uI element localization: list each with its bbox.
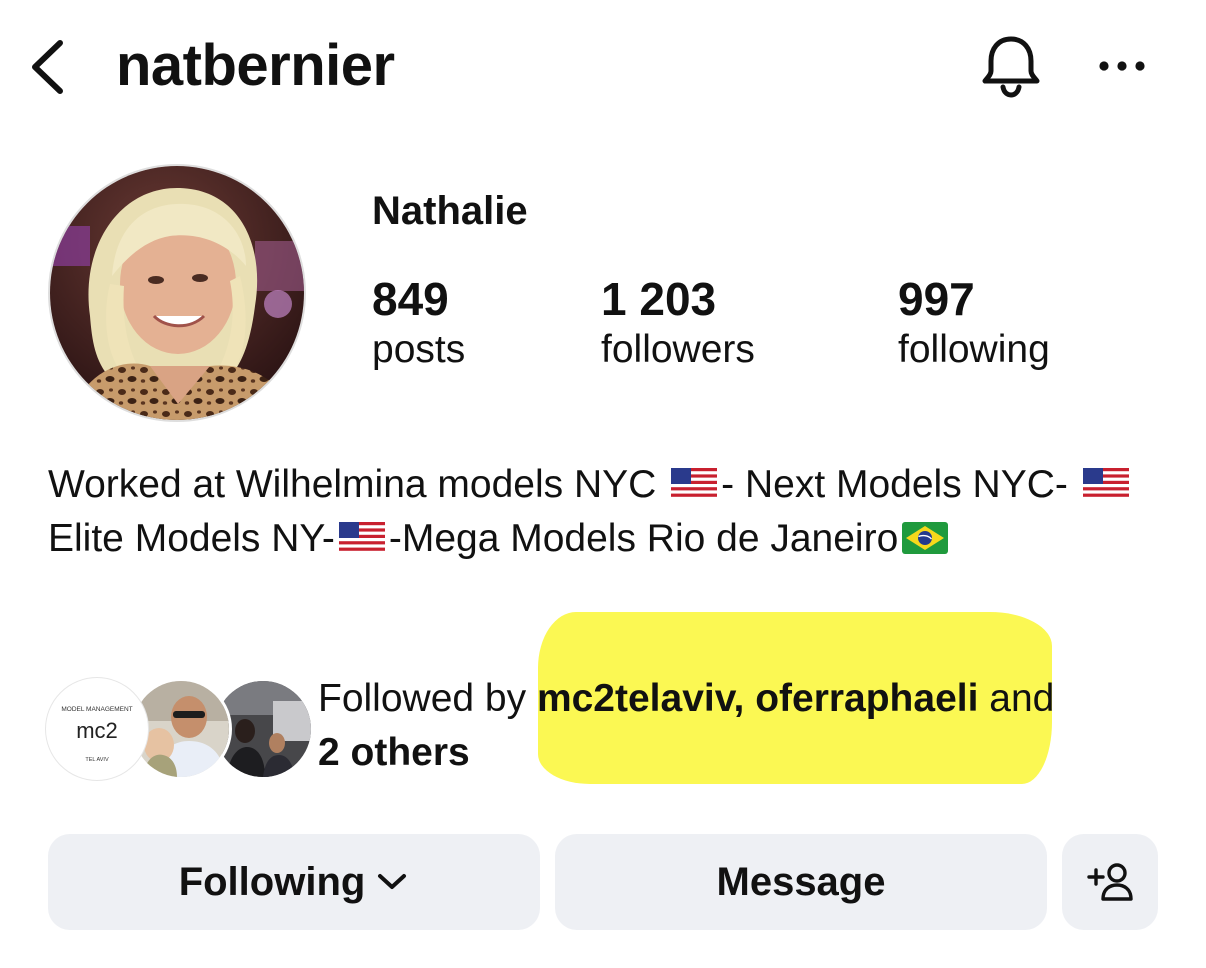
following-button[interactable]: Following: [48, 834, 540, 930]
posts-stat[interactable]: 849 posts: [372, 272, 465, 374]
us-flag-icon: [671, 468, 718, 500]
us-flag-icon: [338, 522, 385, 554]
mutual-others-link[interactable]: 2 others: [318, 731, 470, 774]
followed-by-joiner: and: [978, 677, 1055, 720]
more-options-button[interactable]: [1094, 44, 1150, 88]
profile-bio: Worked at Wilhelmina models NYC - Next M…: [48, 458, 1158, 566]
more-horizontal-icon: [1099, 61, 1145, 71]
followed-by-prefix: Followed by: [318, 677, 537, 720]
mutual-followers-avatars[interactable]: MODEL MANAGEMENT mc2 TEL AVIV: [46, 678, 314, 780]
followers-count: 1 203: [601, 273, 717, 325]
followed-by-text: Followed by mc2telaviv, oferraphaeli and…: [318, 672, 1168, 780]
back-button[interactable]: [22, 36, 72, 98]
profile-avatar[interactable]: [48, 164, 306, 422]
following-label: following: [898, 328, 1050, 371]
followers-label: followers: [601, 328, 755, 371]
bio-text-3: Elite Models NY-: [48, 517, 335, 560]
followers-stat[interactable]: 1 203 followers: [601, 272, 755, 374]
suggested-people-button[interactable]: [1062, 834, 1158, 930]
profile-display-name: Nathalie: [372, 189, 528, 233]
mutual-accounts-link[interactable]: mc2telaviv, oferraphaeli: [537, 677, 979, 720]
message-button[interactable]: Message: [555, 834, 1047, 930]
profile-header: natbernier: [0, 0, 1206, 130]
bell-icon: [982, 36, 1040, 98]
following-stat[interactable]: 997 following: [898, 272, 1050, 374]
message-button-label: Message: [716, 859, 886, 904]
svg-text:mc2: mc2: [76, 718, 118, 743]
bio-text-2: - Next Models NYC-: [721, 463, 1068, 506]
mc2-logo: MODEL MANAGEMENT mc2 TEL AVIV: [50, 682, 144, 776]
posts-count: 849: [372, 273, 449, 325]
mc2telaviv-avatar[interactable]: MODEL MANAGEMENT mc2 TEL AVIV: [46, 678, 148, 780]
bio-text-4: -Mega Models Rio de Janeiro: [388, 517, 899, 560]
following-count: 997: [898, 273, 975, 325]
bio-text-1: Worked at Wilhelmina models NYC: [48, 463, 657, 506]
notifications-button[interactable]: [976, 30, 1046, 102]
us-flag-icon: [1082, 468, 1129, 500]
profile-photo: [50, 166, 304, 420]
following-button-label: Following: [178, 859, 366, 904]
chevron-down-icon: [378, 874, 407, 889]
chevron-left-icon: [32, 40, 63, 94]
svg-text:MODEL MANAGEMENT: MODEL MANAGEMENT: [61, 706, 132, 713]
svg-text:TEL AVIV: TEL AVIV: [85, 757, 109, 763]
brazil-flag-icon: [902, 522, 949, 554]
posts-label: posts: [372, 328, 466, 371]
profile-username: natbernier: [116, 33, 395, 98]
add-person-icon: [1087, 863, 1133, 901]
